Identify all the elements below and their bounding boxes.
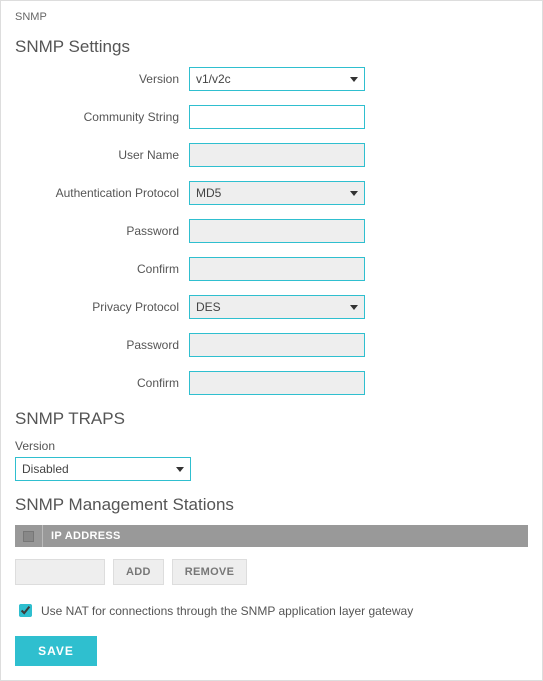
row-version: Version v1/v2c	[15, 67, 528, 91]
label-priv-confirm: Confirm	[15, 376, 189, 390]
chevron-down-icon	[350, 305, 358, 310]
input-auth-pass-wrap	[189, 219, 365, 243]
label-auth-pass: Password	[15, 224, 189, 238]
label-version: Version	[15, 72, 189, 86]
input-priv-pass	[189, 333, 365, 357]
snmp-panel: SNMP SNMP Settings Version v1/v2c Commun…	[0, 0, 543, 681]
add-button[interactable]: ADD	[113, 559, 164, 585]
section-title-stations: SNMP Management Stations	[15, 495, 528, 515]
label-username: User Name	[15, 148, 189, 162]
row-priv-proto: Privacy Protocol DES	[15, 295, 528, 319]
row-username: User Name	[15, 143, 528, 167]
label-community: Community String	[15, 110, 189, 124]
select-version-value: v1/v2c	[196, 68, 231, 90]
row-auth-confirm: Confirm	[15, 257, 528, 281]
nat-row: Use NAT for connections through the SNMP…	[15, 601, 528, 620]
checkbox-icon	[23, 531, 34, 542]
input-username	[189, 143, 365, 167]
select-version[interactable]: v1/v2c	[189, 67, 365, 91]
label-priv-pass: Password	[15, 338, 189, 352]
save-button[interactable]: SAVE	[15, 636, 97, 666]
row-community: Community String	[15, 105, 528, 129]
select-priv-proto-value: DES	[196, 296, 221, 318]
input-priv-confirm-wrap	[189, 371, 365, 395]
select-traps-version[interactable]: Disabled	[15, 457, 191, 481]
chevron-down-icon	[176, 467, 184, 472]
row-priv-pass: Password	[15, 333, 528, 357]
input-priv-pass-wrap	[189, 333, 365, 357]
row-priv-confirm: Confirm	[15, 371, 528, 395]
input-community-wrap	[189, 105, 365, 129]
breadcrumb: SNMP	[15, 11, 528, 23]
stations-header-ip: IP ADDRESS	[43, 530, 121, 542]
label-nat: Use NAT for connections through the SNMP…	[41, 604, 413, 618]
input-username-wrap	[189, 143, 365, 167]
chevron-down-icon	[350, 77, 358, 82]
select-auth-proto-value: MD5	[196, 182, 221, 204]
input-community[interactable]	[189, 105, 365, 129]
select-priv-proto[interactable]: DES	[189, 295, 365, 319]
label-auth-confirm: Confirm	[15, 262, 189, 276]
remove-button[interactable]: REMOVE	[172, 559, 247, 585]
stations-action-row: ADD REMOVE	[15, 559, 528, 585]
label-priv-proto: Privacy Protocol	[15, 300, 189, 314]
chevron-down-icon	[350, 191, 358, 196]
label-traps-version: Version	[15, 439, 528, 453]
section-title-settings: SNMP Settings	[15, 37, 528, 57]
input-priv-confirm	[189, 371, 365, 395]
input-auth-confirm	[189, 257, 365, 281]
label-auth-proto: Authentication Protocol	[15, 186, 189, 200]
input-auth-confirm-wrap	[189, 257, 365, 281]
row-auth-proto: Authentication Protocol MD5	[15, 181, 528, 205]
section-title-traps: SNMP TRAPS	[15, 409, 528, 429]
stations-header-check[interactable]	[15, 525, 43, 547]
input-station-ip[interactable]	[15, 559, 105, 585]
stations-table-header: IP ADDRESS	[15, 525, 528, 547]
row-auth-pass: Password	[15, 219, 528, 243]
input-auth-pass	[189, 219, 365, 243]
select-auth-proto[interactable]: MD5	[189, 181, 365, 205]
select-traps-version-value: Disabled	[22, 458, 69, 480]
checkbox-nat[interactable]	[19, 604, 32, 617]
